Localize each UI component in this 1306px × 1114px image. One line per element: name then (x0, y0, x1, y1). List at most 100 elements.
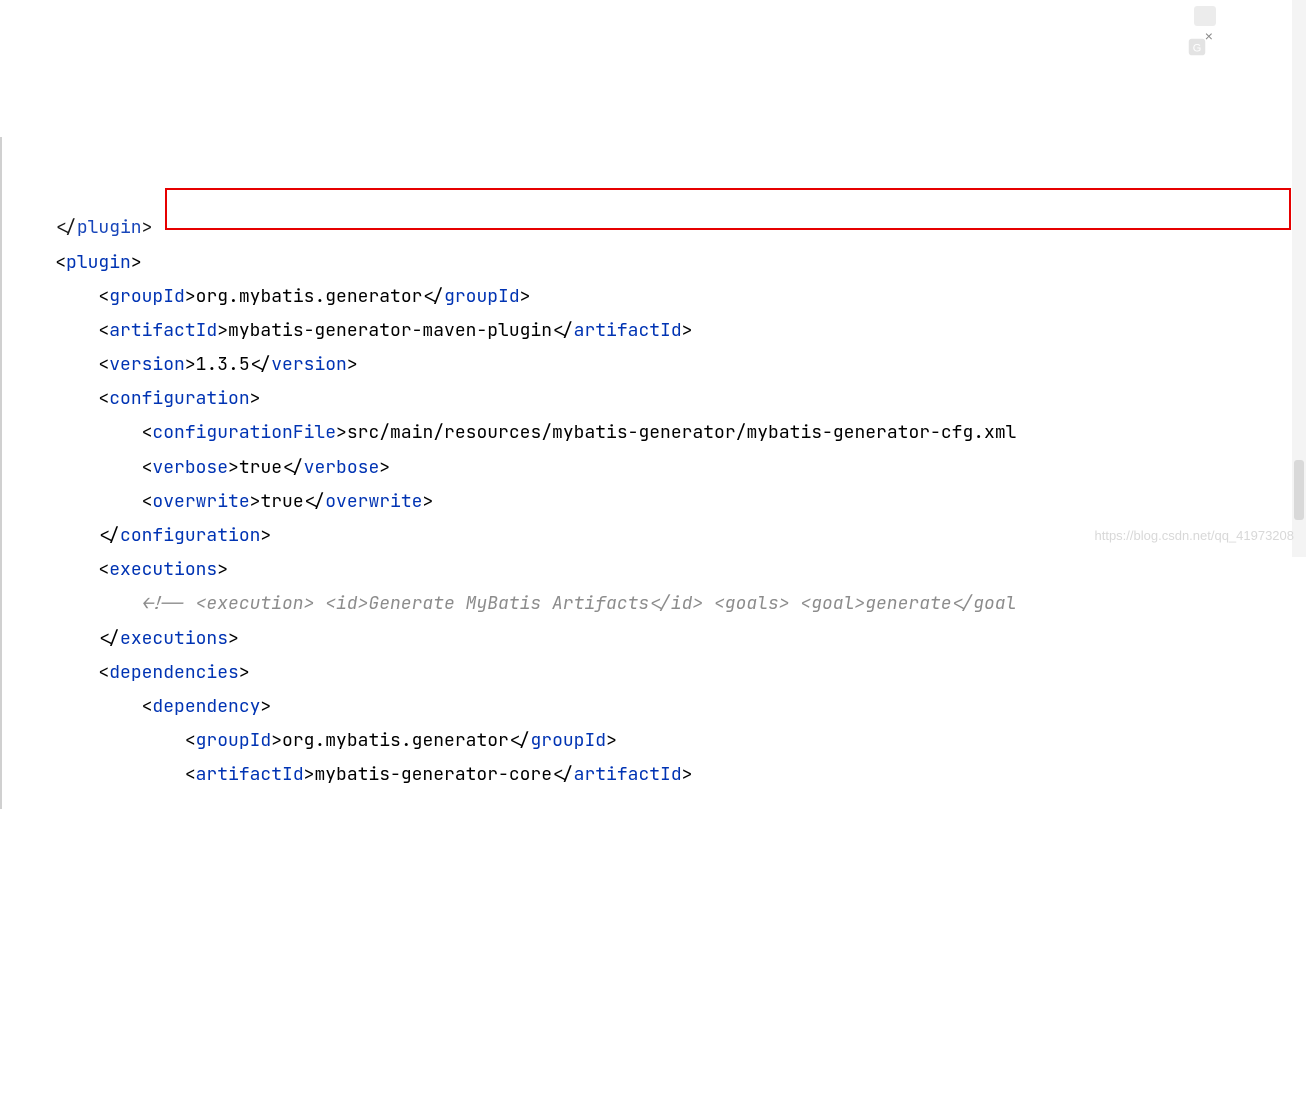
code-token-tag: groupId (196, 729, 272, 752)
code-token-tag: artifactId (196, 763, 304, 786)
code-token-bracket: </ (552, 319, 574, 342)
code-token-tag: dependencies (109, 661, 239, 684)
close-icon: × (1205, 28, 1213, 44)
code-token-bracket: < (142, 695, 153, 718)
code-token-tag: artifactId (109, 319, 217, 342)
code-line[interactable]: <version>1.3.5</version> (8, 348, 1306, 382)
code-token-bracket: </ (304, 490, 326, 513)
code-token-bracket: > (185, 353, 196, 376)
close-hint-button[interactable]: × (1194, 6, 1216, 26)
code-line[interactable]: <artifactId>mybatis-generator-maven-plug… (8, 314, 1306, 348)
code-token-bracket: </ (98, 627, 120, 650)
code-token-bracket: > (347, 353, 358, 376)
code-token-tag: configuration (120, 524, 260, 547)
code-token-text: org.mybatis.generator (282, 729, 509, 752)
code-token-bracket: > (185, 285, 196, 308)
code-token-text: true (260, 490, 303, 513)
code-token-bracket: > (260, 524, 271, 547)
code-line[interactable]: <groupId>org.mybatis.generator</groupId> (8, 724, 1306, 758)
code-token-bracket: > (250, 387, 261, 410)
code-line[interactable]: <dependencies> (8, 656, 1306, 690)
editor-gutter (0, 137, 8, 809)
code-token-bracket: > (131, 251, 142, 274)
code-token-bracket: > (217, 319, 228, 342)
code-token-bracket: > (250, 490, 261, 513)
code-token-tag: overwrite (152, 490, 249, 513)
code-line[interactable]: <groupId>org.mybatis.generator</groupId> (8, 280, 1306, 314)
code-line[interactable]: <!-- <execution> <id>Generate MyBatis Ar… (8, 587, 1306, 621)
code-line[interactable]: <executions> (8, 553, 1306, 587)
code-token-text: org.mybatis.generator (196, 285, 423, 308)
scrollbar-thumb[interactable] (1294, 460, 1304, 520)
code-token-bracket: > (422, 490, 433, 513)
code-token-tag: executions (120, 627, 228, 650)
code-line[interactable]: </plugin> (8, 211, 1306, 245)
code-token-bracket: < (98, 661, 109, 684)
code-line[interactable]: <dependency> (8, 690, 1306, 724)
watermark-text: https://blog.csdn.net/qq_41973208 (1095, 524, 1295, 549)
code-token-bracket: </ (509, 729, 531, 752)
code-token-bracket: > (142, 216, 153, 239)
code-line[interactable]: <overwrite>true</overwrite> (8, 485, 1306, 519)
code-token-bracket: > (260, 695, 271, 718)
code-token-tag: version (271, 353, 347, 376)
code-line[interactable]: <configurationFile>src/main/resources/my… (8, 416, 1306, 450)
code-token-bracket: > (606, 729, 617, 752)
code-line[interactable]: <verbose>true</verbose> (8, 451, 1306, 485)
code-token-text: src/main/resources/mybatis-generator/myb… (347, 421, 1017, 444)
code-line[interactable]: <configuration> (8, 382, 1306, 416)
code-token-bracket: < (98, 353, 109, 376)
code-token-tag: verbose (304, 456, 380, 479)
code-token-bracket: < (98, 558, 109, 581)
code-token-tag: verbose (152, 456, 228, 479)
code-token-bracket: </ (552, 763, 574, 786)
code-token-tag: dependency (152, 695, 260, 718)
code-token-tag: artifactId (574, 319, 682, 342)
code-token-tag: overwrite (325, 490, 422, 513)
code-token-tag: groupId (109, 285, 185, 308)
code-token-bracket: > (682, 763, 693, 786)
code-token-bracket: </ (55, 216, 77, 239)
ide-hint-icon[interactable]: G (1164, 2, 1186, 24)
code-token-comment: <!-- <execution> <id>Generate MyBatis Ar… (142, 592, 1017, 615)
code-token-tag: configurationFile (152, 421, 336, 444)
code-token-text: mybatis-generator-core (314, 763, 552, 786)
code-token-bracket: > (379, 456, 390, 479)
code-token-bracket: < (142, 490, 153, 513)
code-token-bracket: < (55, 251, 66, 274)
code-token-bracket: < (98, 319, 109, 342)
code-token-bracket: > (228, 456, 239, 479)
code-token-tag: configuration (109, 387, 249, 410)
vertical-scrollbar[interactable] (1292, 0, 1306, 557)
code-token-tag: groupId (444, 285, 520, 308)
code-token-tag: executions (109, 558, 217, 581)
code-token-bracket: < (98, 387, 109, 410)
code-token-bracket: < (142, 456, 153, 479)
code-line[interactable]: </executions> (8, 622, 1306, 656)
code-token-bracket: > (271, 729, 282, 752)
code-token-bracket: </ (250, 353, 272, 376)
code-token-text: 1.3.5 (196, 353, 250, 376)
code-token-tag: version (109, 353, 185, 376)
code-token-bracket: > (336, 421, 347, 444)
code-token-bracket: > (217, 558, 228, 581)
code-line[interactable]: <artifactId>mybatis-generator-core</arti… (8, 758, 1306, 792)
code-token-bracket: < (142, 421, 153, 444)
code-token-bracket: </ (98, 524, 120, 547)
code-token-bracket: < (98, 285, 109, 308)
code-token-bracket: > (520, 285, 531, 308)
code-token-bracket: > (682, 319, 693, 342)
code-token-tag: artifactId (574, 763, 682, 786)
code-token-bracket: < (185, 763, 196, 786)
code-token-bracket: > (228, 627, 239, 650)
code-token-tag: plugin (66, 251, 131, 274)
code-token-tag: groupId (530, 729, 606, 752)
code-token-text: true (239, 456, 282, 479)
code-token-bracket: < (185, 729, 196, 752)
code-token-tag: plugin (77, 216, 142, 239)
code-editor[interactable]: </plugin> <plugin> <groupId>org.mybatis.… (0, 137, 1306, 809)
code-token-text: mybatis-generator-maven-plugin (228, 319, 552, 342)
code-token-bracket: > (239, 661, 250, 684)
code-token-bracket: </ (422, 285, 444, 308)
code-line[interactable]: <plugin> (8, 246, 1306, 280)
